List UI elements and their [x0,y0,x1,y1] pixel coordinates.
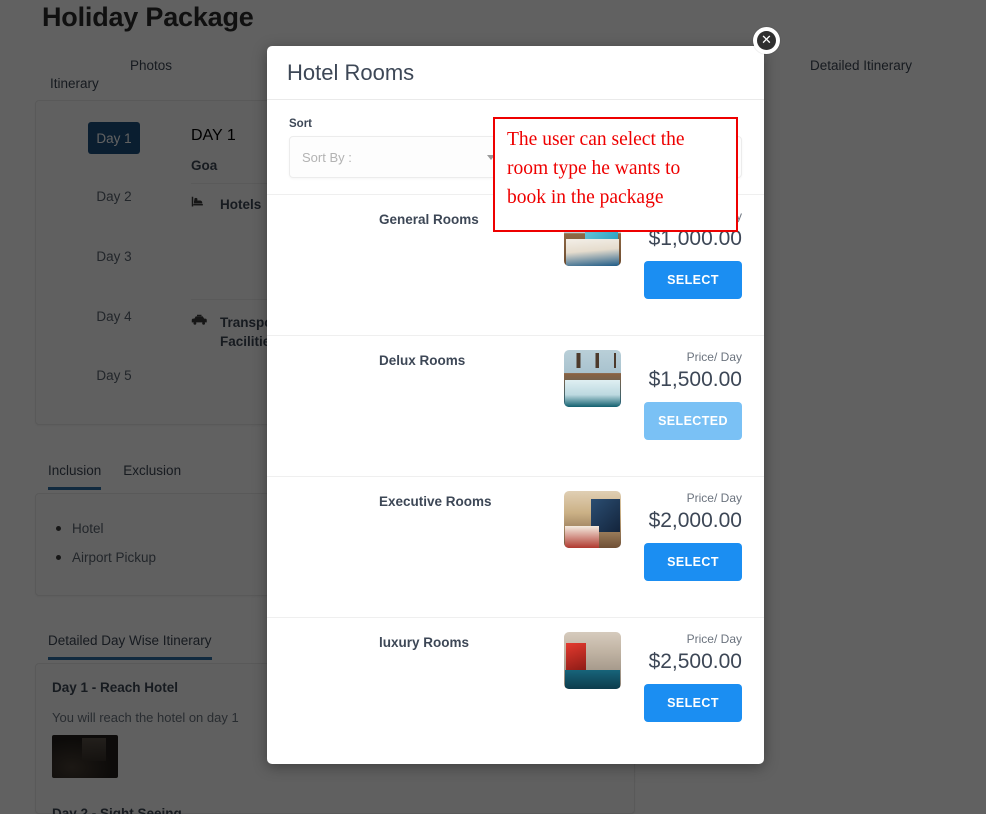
annotation-line-2: room type he wants to [507,158,681,179]
annotation-line-1: The user can select the [507,129,685,150]
room-price: $2,500.00 [648,650,742,673]
select-room-button[interactable]: SELECT [644,684,742,722]
room-name: Executive Rooms [379,494,492,509]
sort-field: Sort Sort By : [289,118,507,178]
room-price: $2,000.00 [648,509,742,532]
selected-room-button[interactable]: SELECTED [644,402,742,440]
room-list-item: Executive Rooms Price/ Day $2,000.00 SEL… [267,477,764,618]
luxury-room-photo [564,632,621,689]
close-icon-glyph: ✕ [757,31,776,50]
room-price: $1,500.00 [648,368,742,391]
room-list-item: luxury Rooms Price/ Day $2,500.00 SELECT [267,618,764,759]
select-room-button[interactable]: SELECT [644,543,742,581]
annotation-callout: The user can select the room type he wan… [493,117,738,232]
room-name: luxury Rooms [379,635,470,650]
room-price-label: Price/ Day [686,350,742,364]
modal-header: Hotel Rooms [267,46,764,100]
room-name: Delux Rooms [379,353,466,368]
room-list: General Rooms Price/ Day $1,000.00 SELEC… [267,195,764,764]
sort-select-value: Sort By : [302,149,352,165]
sort-label: Sort [289,118,312,130]
sort-select[interactable]: Sort By : [289,136,507,178]
screenshot-root: Holiday Package Photos Itinerary Detaile… [0,0,986,814]
room-price-label: Price/ Day [686,491,742,505]
delux-room-photo [564,350,621,407]
room-price-label: Price/ Day [686,632,742,646]
close-icon[interactable]: ✕ [753,27,780,54]
select-room-button[interactable]: SELECT [644,261,742,299]
modal-title: Hotel Rooms [287,59,415,85]
room-list-item: Delux Rooms Price/ Day $1,500.00 SELECTE… [267,336,764,477]
room-name: General Rooms [379,212,479,227]
executive-room-photo [564,491,621,548]
annotation-line-3: book in the package [507,187,664,208]
